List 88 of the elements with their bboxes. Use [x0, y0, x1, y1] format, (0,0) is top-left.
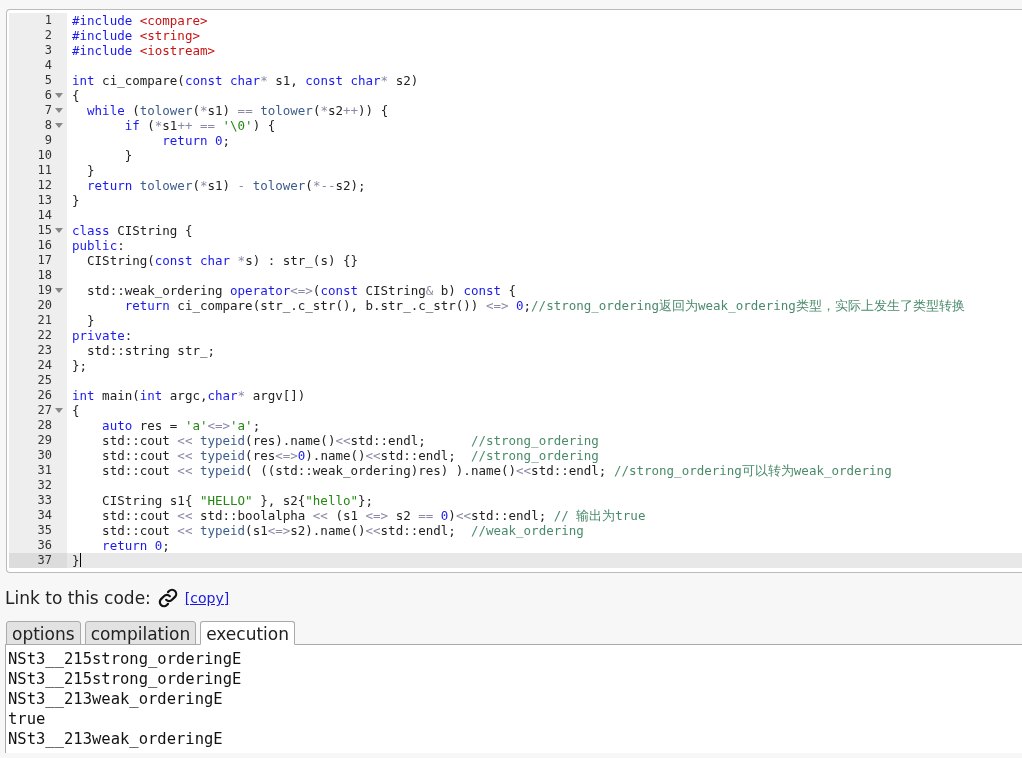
line-number: 14 — [37, 208, 52, 223]
output-line: NSt3__213weak_orderingE — [8, 689, 224, 709]
fold-caret-icon[interactable] — [55, 93, 63, 98]
line-number: 26 — [37, 388, 52, 403]
line-number: 18 — [37, 268, 52, 283]
code-line: return 0; — [161, 133, 231, 148]
output-line: NSt3__215strong_orderingE — [8, 649, 243, 669]
tab[interactable]: compilation — [84, 621, 197, 645]
line-number: 8 — [44, 118, 52, 133]
text-cursor — [79, 553, 81, 567]
code-line: std::cout << typeid(s1<=>s2).name()<<std::endl; //weak_ordering — [101, 523, 584, 538]
line-number: 34 — [37, 508, 52, 523]
code-line: std::weak_ordering operator<=>(const CIString& b) const { — [86, 283, 517, 298]
line-number: 5 — [44, 73, 52, 88]
code-line: if (*s1++ == '\0') { — [123, 118, 276, 133]
line-number: 36 — [37, 538, 52, 553]
code-line: std::cout << typeid(res<=>0).name()<<std::endl; //strong_ordering — [101, 448, 599, 463]
code-line: } — [86, 313, 95, 328]
code-line: #include <string> — [71, 28, 200, 43]
code-line: class CIString { — [71, 223, 193, 238]
code-line: return 0; — [101, 538, 170, 553]
fold-caret-icon[interactable] — [55, 228, 63, 233]
code-line: { — [71, 88, 80, 103]
line-number: 35 — [37, 523, 52, 538]
code-line: public: — [71, 238, 125, 253]
code-line: std::cout << typeid(res).name()<<std::endl; //strong_ordering — [101, 433, 599, 448]
output-line: NSt3__213weak_orderingE — [8, 729, 224, 749]
line-number: 27 — [37, 403, 52, 418]
code-line: } — [123, 148, 133, 163]
line-number: 7 — [44, 103, 52, 118]
code-line: return tolower(*s1) - tolower(*--s2); — [86, 178, 366, 193]
line-number: 11 — [37, 163, 52, 178]
code-line: auto res = 'a'<=>'a'; — [101, 418, 261, 433]
line-number: 16 — [37, 238, 52, 253]
line-number: 28 — [37, 418, 52, 433]
line-number: 1 — [44, 13, 52, 28]
tab[interactable]: options — [6, 621, 81, 645]
code-line: std::string str_; — [86, 343, 215, 358]
line-number: 10 — [37, 148, 52, 163]
line-number: 2 — [44, 28, 52, 43]
line-number: 33 — [37, 493, 52, 508]
line-number: 20 — [37, 298, 52, 313]
output-line: NSt3__215strong_orderingE — [8, 669, 243, 689]
line-number: 6 — [44, 88, 52, 103]
code-line: int ci_compare(const char* s1, const char* s2) — [71, 73, 419, 88]
code-line: std::cout << typeid( ((std::weak_ordering)res) ).name()<<std::endl; //strong_ordering可以转为weak_ordering — [101, 463, 892, 478]
copy-link[interactable]: [copy] — [184, 590, 230, 606]
line-number: 9 — [44, 133, 52, 148]
code-line: { — [71, 403, 80, 418]
line-number: 19 — [37, 283, 52, 298]
line-number: 25 — [37, 373, 52, 388]
code-line: CIString s1{ "HELLO" }, s2{"hello"}; — [101, 493, 374, 508]
code-line: private: — [71, 328, 133, 343]
tab[interactable]: execution — [200, 621, 295, 645]
line-number: 24 — [37, 358, 52, 373]
code-line: }; — [71, 358, 88, 373]
link-label: Link to this code: — [5, 588, 151, 608]
line-number: 4 — [44, 58, 52, 73]
line-number: 32 — [37, 478, 52, 493]
code-line: } — [71, 193, 80, 208]
line-number: 30 — [37, 448, 52, 463]
line-number: 23 — [37, 343, 52, 358]
line-number: 15 — [37, 223, 52, 238]
line-number: 12 — [37, 178, 52, 193]
line-number: 3 — [44, 43, 52, 58]
line-number: 31 — [37, 463, 52, 478]
code-line: int main(int argc,char* argv[]) — [71, 388, 306, 403]
code-line: } — [86, 163, 95, 178]
line-number: 17 — [37, 253, 52, 268]
fold-caret-icon[interactable] — [55, 408, 63, 413]
code-line: #include <compare> — [71, 13, 208, 28]
fold-caret-icon[interactable] — [55, 288, 63, 293]
code-line: } — [71, 553, 80, 568]
fold-caret-icon[interactable] — [55, 108, 63, 113]
line-number: 21 — [37, 313, 52, 328]
code-line: CIString(const char *s) : str_(s) {} — [86, 253, 358, 268]
code-line: return ci_compare(str_.c_str(), b.str_.c_str()) <=> 0;//strong_ordering返回为weak_ordering类型，实际上发生了类型转换 — [123, 298, 965, 313]
line-number: 29 — [37, 433, 52, 448]
line-number: 22 — [37, 328, 52, 343]
line-number: 37 — [37, 553, 52, 568]
link-icon[interactable] — [156, 587, 179, 609]
code-line: #include <iostream> — [71, 43, 215, 58]
code-line: std::cout << std::boolalpha << (s1 <=> s2 == 0)<<std::endl; // 输出为true — [101, 508, 646, 523]
code-line: while (tolower(*s1) == tolower(*s2++)) { — [86, 103, 389, 118]
output-line: true — [8, 709, 47, 729]
line-number: 13 — [37, 193, 52, 208]
code-editor[interactable] — [6, 9, 1022, 573]
fold-caret-icon[interactable] — [55, 123, 63, 128]
